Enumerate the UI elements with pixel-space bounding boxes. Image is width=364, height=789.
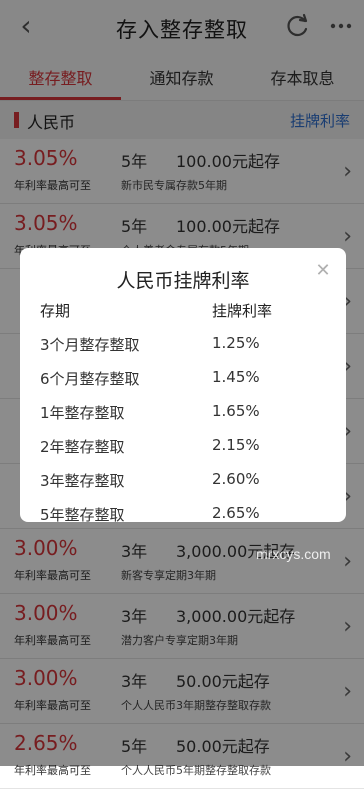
rates-dialog: 人民币挂牌利率 ✕ 存期 挂牌利率 3个月整存整取 1.25% 6个月整存整取 …: [20, 248, 346, 522]
term-cell: 1年整存整取: [40, 404, 125, 422]
column-header-rate: 挂牌利率: [212, 302, 273, 320]
term-cell: 3个月整存整取: [40, 336, 140, 354]
table-row: 3年整存整取 2.60%: [20, 470, 346, 504]
term-cell: 2年整存整取: [40, 438, 125, 456]
close-icon[interactable]: ✕: [310, 258, 336, 284]
rate-cell: 1.45%: [212, 368, 260, 386]
table-row: 1年整存整取 1.65%: [20, 402, 346, 436]
rate-cell: 1.25%: [212, 334, 260, 352]
watermark-text: mrxcys.com: [256, 546, 331, 562]
table-row: 3个月整存整取 1.25%: [20, 334, 346, 368]
dialog-title: 人民币挂牌利率: [116, 270, 250, 292]
rate-cell: 2.15%: [212, 436, 260, 454]
term-cell: 6个月整存整取: [40, 370, 140, 388]
term-cell: 3年整存整取: [40, 472, 125, 490]
rate-cell: 2.60%: [212, 470, 260, 488]
rate-cell: 1.65%: [212, 402, 260, 420]
table-row: 2年整存整取 2.15%: [20, 436, 346, 470]
table-row: 5年整存整取 2.65%: [20, 504, 346, 522]
rate-cell: 2.65%: [212, 504, 260, 522]
column-header-term: 存期: [40, 302, 71, 320]
term-cell: 5年整存整取: [40, 506, 125, 522]
table-row: 6个月整存整取 1.45%: [20, 368, 346, 402]
